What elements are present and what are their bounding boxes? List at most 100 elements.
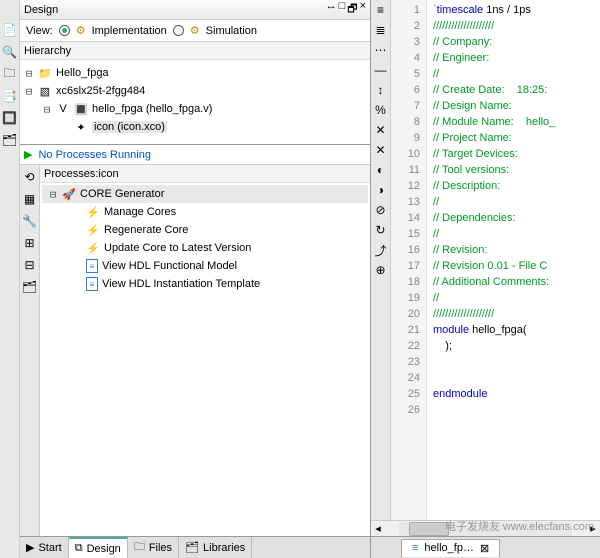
code-line[interactable]: // Engineer: <box>433 50 600 66</box>
tree-item[interactable]: ✦icon (icon.xco) <box>22 118 368 136</box>
code-line[interactable]: // Project Name: <box>433 130 600 146</box>
code-line[interactable]: ); <box>433 338 600 354</box>
radio-simulation[interactable] <box>173 25 184 36</box>
editor-tool-icon[interactable]: ≡ <box>373 2 389 18</box>
code-line[interactable]: // Design Name: <box>433 98 600 114</box>
tab-libraries[interactable]: 🗂Libraries <box>179 537 252 558</box>
code-line[interactable]: // <box>433 226 600 242</box>
line-number: 2 <box>391 18 420 34</box>
code-line[interactable]: // Revision: <box>433 242 600 258</box>
editor-tool-icon[interactable]: ↕ <box>373 82 389 98</box>
line-number: 16 <box>391 242 420 258</box>
window-control-icon[interactable]: □ <box>339 0 346 19</box>
toolbar-icon[interactable]: ⊞ <box>22 235 38 251</box>
code-line[interactable]: // Company: <box>433 34 600 50</box>
code-line[interactable]: // Description: <box>433 178 600 194</box>
editor-tool-icon[interactable]: ◑ <box>373 182 389 198</box>
toolbar-icon[interactable]: 🔲 <box>2 110 18 126</box>
process-icon: ⚡ <box>86 205 100 219</box>
close-icon[interactable]: ⊠ <box>480 542 489 555</box>
node-icon: ▧ <box>38 84 52 98</box>
editor-tab-label: hello_fp… <box>424 542 474 554</box>
play-icon: ▶ <box>24 148 32 161</box>
process-item[interactable]: ≡View HDL Instantiation Template <box>42 275 368 293</box>
editor-tool-icon[interactable]: % <box>373 102 389 118</box>
line-number: 18 <box>391 274 420 290</box>
code-line[interactable]: // Revision 0.01 - File C <box>433 258 600 274</box>
line-number-gutter: 1234567891011121314151617181920212223242… <box>391 0 427 520</box>
toolbar-icon[interactable]: 🗂 <box>22 279 38 295</box>
tree-item[interactable]: ⊟📁Hello_fpga <box>22 64 368 82</box>
process-item[interactable]: ⚡Regenerate Core <box>42 221 368 239</box>
code-line[interactable] <box>433 354 600 370</box>
editor-tool-icon[interactable]: — <box>373 62 389 78</box>
node-icon: 📁 <box>38 66 52 80</box>
toolbar-icon[interactable]: 🔍 <box>2 44 18 60</box>
code-line[interactable] <box>433 370 600 386</box>
code-line[interactable]: `timescale 1ns / 1ps <box>433 2 600 18</box>
process-item[interactable]: ⊟🚀CORE Generator <box>42 185 368 203</box>
editor-tool-icon[interactable]: ✕ <box>373 122 389 138</box>
window-control-icon[interactable]: 🗗 <box>347 0 357 19</box>
expand-icon[interactable]: ⊟ <box>24 67 34 80</box>
code-line[interactable]: module hello_fpga( <box>433 322 600 338</box>
line-number: 13 <box>391 194 420 210</box>
line-number: 19 <box>391 290 420 306</box>
editor-tool-icon[interactable]: ≣ <box>373 22 389 38</box>
scroll-thumb[interactable] <box>409 522 449 536</box>
tree-item[interactable]: ⊟▧xc6slx25t-2fgg484 <box>22 82 368 100</box>
code-line[interactable]: //////////////////// <box>433 18 600 34</box>
toolbar-icon[interactable]: 📑 <box>2 88 18 104</box>
toolbar-icon[interactable]: ⟲ <box>22 169 38 185</box>
tab-files[interactable]: 🗀Files <box>128 537 179 558</box>
toolbar-icon[interactable]: ⊟ <box>22 257 38 273</box>
editor-tab[interactable]: ≡ hello_fp… ⊠ <box>401 539 500 557</box>
processes-tree[interactable]: ⊟🚀CORE Generator⚡Manage Cores⚡Regenerate… <box>40 183 370 536</box>
code-line[interactable]: endmodule <box>433 386 600 402</box>
process-item-label: Update Core to Latest Version <box>104 242 251 254</box>
code-line[interactable]: // Additional Comments: <box>433 274 600 290</box>
toolbar-icon[interactable]: 🗂 <box>2 132 18 148</box>
line-number: 5 <box>391 66 420 82</box>
line-number: 8 <box>391 114 420 130</box>
process-item[interactable]: ⚡Update Core to Latest Version <box>42 239 368 257</box>
toolbar-icon[interactable]: 🔧 <box>22 213 38 229</box>
code-line[interactable]: // Tool versions: <box>433 162 600 178</box>
code-line[interactable]: // <box>433 290 600 306</box>
expand-icon[interactable]: ⊟ <box>42 103 52 116</box>
editor-tool-icon[interactable]: ↻ <box>373 222 389 238</box>
code-line[interactable]: // Module Name: hello_ <box>433 114 600 130</box>
tab-start[interactable]: ▶Start <box>20 537 69 558</box>
editor-tool-icon[interactable]: ⊕ <box>373 262 389 278</box>
hierarchy-tree[interactable]: ⊟📁Hello_fpga⊟▧xc6slx25t-2fgg484⊟V🔳hello_… <box>20 60 370 144</box>
process-item[interactable]: ⚡Manage Cores <box>42 203 368 221</box>
code-line[interactable]: // <box>433 66 600 82</box>
radio-implementation[interactable] <box>59 25 70 36</box>
toolbar-icon[interactable]: 🗀 <box>2 66 18 82</box>
code-line[interactable] <box>433 402 600 418</box>
tree-item[interactable]: ⊟V🔳hello_fpga (hello_fpga.v) <box>22 100 368 118</box>
code-editor[interactable]: `timescale 1ns / 1ps////////////////////… <box>427 0 600 520</box>
editor-tool-icon[interactable]: ✕ <box>373 142 389 158</box>
editor-tool-icon[interactable]: ⊘ <box>373 202 389 218</box>
view-label: View: <box>26 25 53 37</box>
toolbar-icon[interactable]: ▦ <box>22 191 38 207</box>
code-line[interactable]: //////////////////// <box>433 306 600 322</box>
expand-icon[interactable]: ⊟ <box>24 85 34 98</box>
expand-icon[interactable]: ⊟ <box>48 188 58 201</box>
code-line[interactable]: // <box>433 194 600 210</box>
code-line[interactable]: // Create Date: 18:25: <box>433 82 600 98</box>
window-control-icon[interactable]: × <box>360 0 366 19</box>
toolbar-icon[interactable]: 📄 <box>2 22 18 38</box>
window-control-icon[interactable]: ↔ <box>326 0 337 19</box>
code-line[interactable]: // Dependencies: <box>433 210 600 226</box>
node-icon: ✦ <box>74 120 88 134</box>
implementation-label[interactable]: Implementation <box>92 25 167 37</box>
editor-tool-icon[interactable]: ⋯ <box>373 42 389 58</box>
editor-tool-icon[interactable]: ⤴ <box>373 242 389 258</box>
editor-tool-icon[interactable]: ◐ <box>373 162 389 178</box>
process-item[interactable]: ≡View HDL Functional Model <box>42 257 368 275</box>
code-line[interactable]: // Target Devices: <box>433 146 600 162</box>
tab-design[interactable]: ⧉Design <box>69 537 128 558</box>
simulation-label[interactable]: Simulation <box>206 25 257 37</box>
